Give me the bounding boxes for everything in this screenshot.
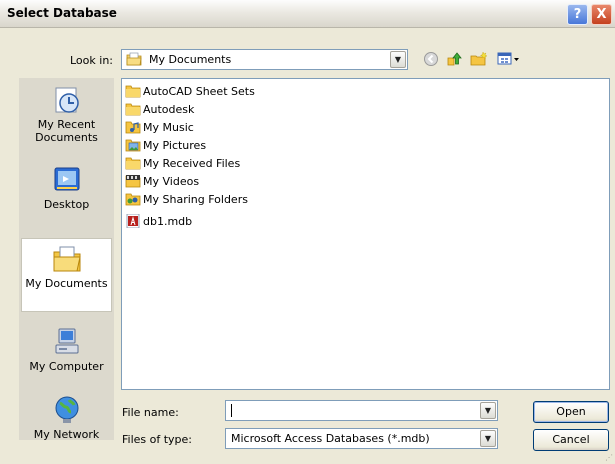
lookin-combobox[interactable]: My Documents ▼ [121,49,408,70]
pictures-folder-icon [125,139,141,152]
place-label: My Recent Documents [35,118,98,144]
place-label: My Network [33,428,100,441]
my-computer-icon [55,328,78,354]
cancel-button[interactable]: Cancel [533,429,609,451]
file-list[interactable]: AutoCAD Sheet Sets Autodesk My Music My … [121,78,610,390]
resize-grip-icon[interactable]: ⋰ [605,453,613,462]
list-item[interactable]: My Videos [125,174,199,190]
filename-input[interactable]: ▼ [225,400,498,421]
place-label: Desktop [43,198,90,211]
back-icon [424,52,438,66]
recent-documents-icon [55,87,79,113]
up-folder-button[interactable] [445,50,463,68]
open-button[interactable]: Open [533,401,609,423]
videos-folder-icon [125,175,141,188]
place-my-recent-documents[interactable]: My Recent Documents [21,84,112,154]
title-bar[interactable]: Select Database ? X [0,0,615,28]
folder-icon [125,85,141,98]
folder-icon [125,157,141,170]
filetype-select[interactable]: Microsoft Access Databases (*.mdb) ▼ [225,428,498,449]
place-label: My Documents [25,277,108,290]
list-item[interactable]: My Pictures [125,138,206,154]
list-item[interactable]: AutoCAD Sheet Sets [125,84,255,100]
list-item[interactable]: My Received Files [125,156,240,172]
access-database-icon [126,214,140,228]
filetype-value: Microsoft Access Databases (*.mdb) [231,432,430,445]
new-folder-button[interactable] [470,50,488,68]
filename-dropdown-button[interactable]: ▼ [480,402,496,419]
list-item[interactable]: My Sharing Folders [125,192,248,208]
lookin-label: Look in: [70,54,113,67]
new-folder-icon [470,51,488,66]
chevron-down-icon: ▼ [484,434,492,443]
place-my-network[interactable]: My Network [21,394,112,441]
views-menu-button[interactable] [497,50,521,68]
desktop-icon [54,167,79,191]
shared-folder-icon [125,193,141,206]
chevron-down-icon: ▼ [394,55,402,64]
views-menu-icon [497,52,519,65]
my-network-icon [55,396,78,423]
help-button[interactable]: ? [567,4,588,25]
filename-label: File name: [122,406,179,419]
window-title: Select Database [7,6,117,20]
text-caret [231,404,232,417]
close-button[interactable]: X [591,4,612,25]
place-my-computer[interactable]: My Computer [21,326,112,386]
back-button[interactable] [422,50,440,68]
my-documents-icon [53,246,81,272]
my-documents-icon [126,52,142,66]
list-item[interactable]: db1.mdb [125,214,192,230]
folder-icon [125,103,141,116]
lookin-value: My Documents [149,53,232,66]
place-label: My Computer [29,360,104,373]
place-my-documents[interactable]: My Documents [21,238,112,312]
music-folder-icon [125,121,141,134]
place-desktop[interactable]: Desktop [21,164,112,224]
filetype-label: Files of type: [122,433,193,446]
filetype-dropdown-button[interactable]: ▼ [480,430,496,447]
chevron-down-icon: ▼ [484,406,492,415]
lookin-dropdown-button[interactable]: ▼ [390,51,406,68]
list-item[interactable]: Autodesk [125,102,194,118]
places-bar: My Recent Documents Desktop My Documents… [19,78,114,441]
list-item[interactable]: My Music [125,120,194,136]
up-folder-icon [447,52,462,66]
